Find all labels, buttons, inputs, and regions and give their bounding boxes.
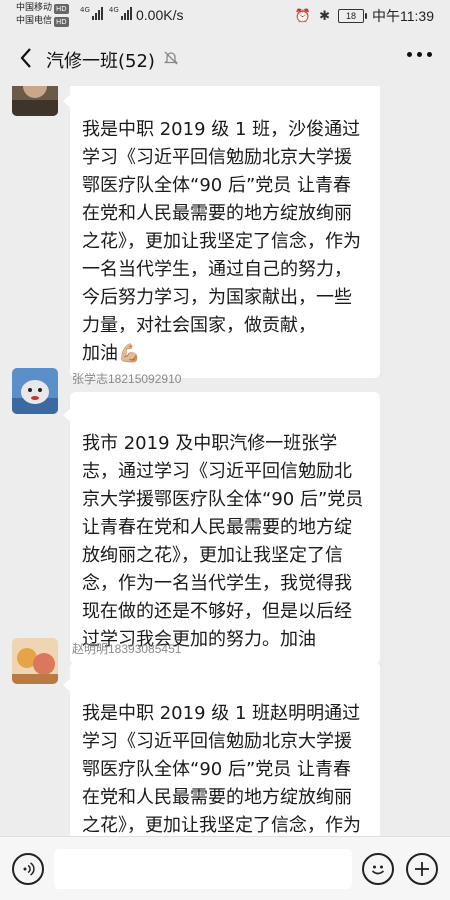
chat-header: 汽修一班(52) — [0, 30, 450, 86]
carrier-info: 中国移动 HD 中国电信 HD — [16, 2, 69, 28]
message-bubble[interactable]: 我是中职 2019 级 1 班，沙俊通过学习《习近平回信勉励北京大学援鄂医疗队全… — [63, 86, 380, 378]
signal-icon: 4G — [80, 6, 103, 20]
chat-title: 汽修一班(52) — [46, 51, 155, 72]
emoji-button[interactable] — [362, 853, 394, 885]
alarm-icon: ⏰ — [294, 8, 312, 23]
net-speed: 0.00K/s — [136, 7, 184, 23]
signal-icon: 4G — [109, 6, 132, 20]
avatar[interactable] — [12, 86, 58, 116]
more-functions-button[interactable] — [406, 853, 438, 885]
sender-name: 赵明明18393085451 — [72, 642, 182, 656]
message-text: 我市 2019 及中职汽修一班张学志，通过学习《习近平回信勉励北京大学援鄂医疗队… — [82, 433, 364, 650]
carrier-2-label: 中国电信 — [16, 16, 53, 26]
battery-level: 18 — [345, 11, 356, 21]
message-bubble[interactable]: 我市 2019 及中职汽修一班张学志，通过学习《习近平回信勉励北京大学援鄂医疗队… — [63, 392, 380, 664]
message-bubble[interactable]: 我是中职 2019 级 1 班赵明明通过学习《习近平回信勉励北京大学援鄂医疗队全… — [63, 662, 380, 836]
back-icon[interactable] — [12, 44, 40, 72]
clock: 中午11:39 — [372, 8, 434, 24]
mute-icon — [162, 49, 180, 67]
avatar[interactable] — [12, 368, 58, 414]
signal-indicators: 4G 4G — [80, 6, 132, 20]
message-input[interactable] — [54, 849, 352, 889]
status-right: ⏰ ✱ 18 中午11:39 — [295, 6, 434, 26]
hd-badge: HD — [54, 16, 69, 27]
smiley-icon — [371, 865, 385, 875]
message-list[interactable]: 我是中职 2019 级 1 班，沙俊通过学习《习近平回信勉励北京大学援鄂医疗队全… — [0, 86, 450, 836]
status-bar: 中国移动 HD 中国电信 HD 4G 4G 0.00K/s ⏰ ✱ 18 中午1… — [0, 0, 450, 30]
more-options-icon[interactable] — [407, 52, 432, 57]
message-text: 我是中职 2019 级 1 班，沙俊通过学习《习近平回信勉励北京大学援鄂医疗队全… — [82, 119, 361, 364]
bluetooth-icon: ✱ — [319, 8, 330, 23]
voice-icon — [23, 862, 35, 876]
carrier-1-label: 中国移动 — [16, 3, 53, 13]
input-bar — [0, 836, 450, 900]
sender-name: 张学志18215092910 — [72, 372, 182, 386]
hd-badge: HD — [54, 3, 69, 14]
voice-input-button[interactable] — [12, 853, 44, 885]
battery-icon: 18 — [338, 9, 367, 23]
avatar[interactable] — [12, 638, 58, 684]
flexed-bicep-emoji: 💪🏼 — [118, 343, 141, 364]
message-text: 我是中职 2019 级 1 班赵明明通过学习《习近平回信勉励北京大学援鄂医疗队全… — [82, 703, 361, 836]
plus-icon — [415, 862, 429, 876]
